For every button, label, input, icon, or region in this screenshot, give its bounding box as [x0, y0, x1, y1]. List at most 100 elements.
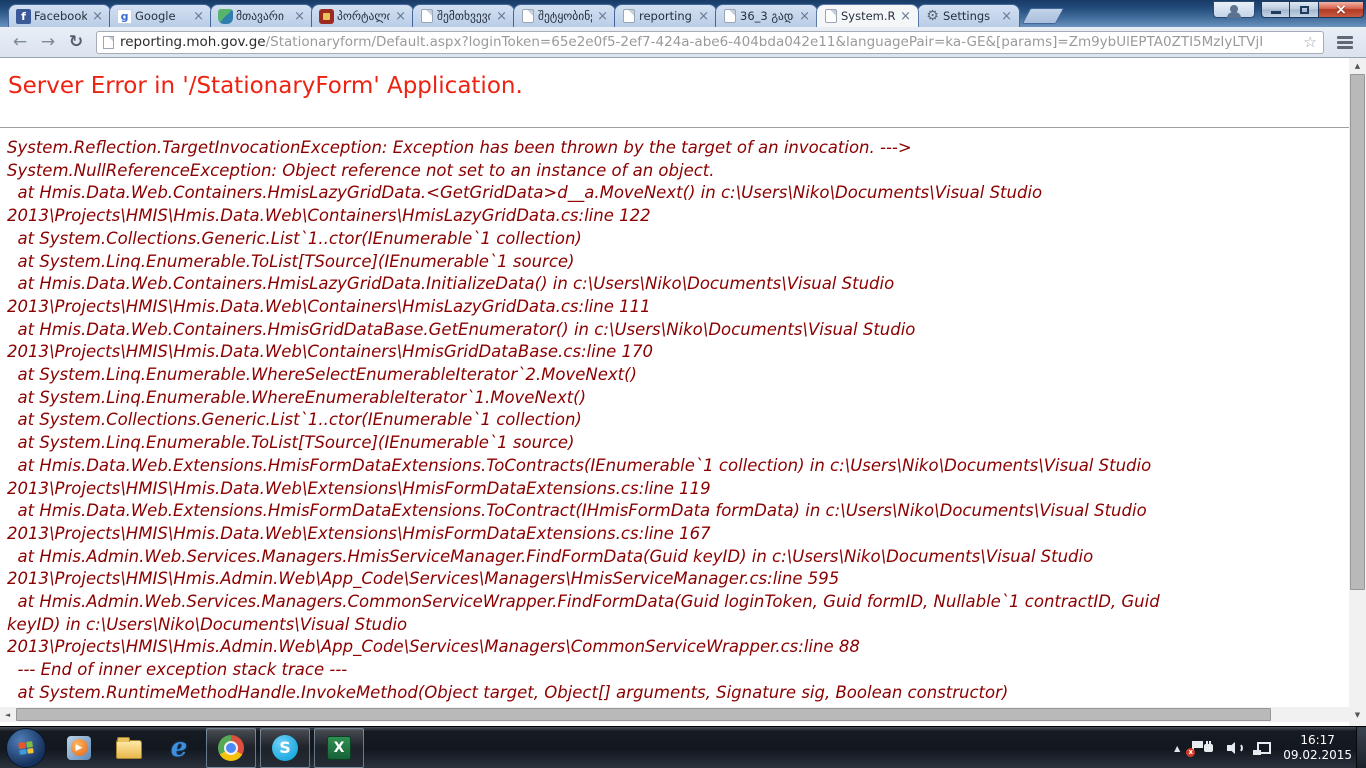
close-icon: ×	[1335, 3, 1347, 17]
skype-icon: S	[272, 735, 298, 761]
power-plug-icon[interactable]	[1201, 741, 1217, 755]
taskbar-chrome-open[interactable]	[206, 728, 256, 768]
tab-label: reporting.m	[639, 9, 693, 23]
stack-line: System.Reflection.TargetInvocationExcept…	[7, 137, 1366, 160]
system-tray: ▲ x 16:17 09.02.2015	[1174, 727, 1352, 768]
taskbar: ▶ e S X ▲ x 16:17 09.02.2015	[0, 726, 1366, 768]
stack-line: 2013\Projects\HMIS\Hmis.Data.Web\Contain…	[7, 296, 1366, 319]
excel-icon: X	[327, 736, 351, 760]
stack-trace: System.Reflection.TargetInvocationExcept…	[0, 137, 1366, 705]
scroll-left-icon[interactable]: ◄	[0, 707, 15, 722]
taskbar-media-player[interactable]: ▶	[54, 728, 104, 768]
clock-date: 09.02.2015	[1283, 748, 1352, 763]
minimize-button[interactable]	[1261, 1, 1290, 18]
tab-label: მთავარი	[236, 9, 289, 23]
action-center-flag-icon[interactable]: x	[1190, 741, 1191, 755]
chrome-menu-button[interactable]	[1330, 30, 1360, 54]
taskbar-explorer[interactable]	[104, 728, 154, 768]
shield-icon	[218, 9, 233, 24]
horizontal-scrollbar[interactable]: ◄	[0, 707, 1349, 722]
avatar-icon	[1230, 5, 1238, 13]
horizontal-scroll-thumb[interactable]	[16, 708, 1271, 721]
stack-line: --- End of inner exception stack trace -…	[7, 659, 1366, 682]
tab-36-3-gada[interactable]: 36_3 გადა ×	[715, 4, 818, 27]
play-icon: ▶	[71, 739, 88, 756]
stack-line: 2013\Projects\HMIS\Hmis.Data.Web\Contain…	[7, 205, 1366, 228]
clock-time: 16:17	[1283, 733, 1352, 748]
stack-line: at Hmis.Admin.Web.Services.Managers.Hmis…	[7, 546, 1366, 569]
maximize-icon	[1300, 6, 1309, 14]
start-button[interactable]	[6, 728, 46, 768]
tab-label: Google	[135, 9, 188, 23]
stack-line: at Hmis.Data.Web.Containers.HmisLazyGrid…	[7, 182, 1366, 205]
tab-system-reflection-active[interactable]: System.Refl ×	[816, 4, 919, 27]
tabs-row: f Facebook × g Google × მთავარი × პორტალ…	[8, 0, 1060, 27]
scroll-up-icon[interactable]: ▲	[1349, 58, 1366, 73]
tab-settings[interactable]: ⚙ Settings ×	[917, 4, 1020, 27]
tab-label: 36_3 გადა	[740, 9, 794, 23]
stack-line: at System.Linq.Enumerable.WhereEnumerabl…	[7, 387, 1366, 410]
tab-facebook[interactable]: f Facebook ×	[8, 4, 111, 27]
error-page-title: Server Error in '/StationaryForm' Applic…	[8, 72, 1366, 100]
address-bar[interactable]: reporting.moh.gov.ge/Stationaryform/Defa…	[96, 31, 1324, 54]
scroll-down-icon[interactable]: ▼	[1349, 707, 1366, 722]
show-desktop-button[interactable]	[1356, 727, 1366, 768]
tab-mtavari[interactable]: მთავარი ×	[210, 4, 313, 27]
stack-line: at System.Linq.Enumerable.WhereSelectEnu…	[7, 364, 1366, 387]
stack-line: at System.Collections.Generic.List`1..ct…	[7, 409, 1366, 432]
tab-google[interactable]: g Google ×	[109, 4, 212, 27]
tab-label: შემთხვევის	[437, 9, 491, 23]
tab-label: Facebook	[34, 9, 87, 23]
stack-line: keyID) in c:\Users\Niko\Documents\Visual…	[7, 614, 1366, 637]
divider	[0, 127, 1366, 128]
close-button[interactable]: ×	[1319, 1, 1364, 18]
tab-label: System.Refl	[841, 9, 895, 23]
url-domain: reporting.moh.gov.ge	[120, 34, 266, 50]
tray-expand-icon[interactable]: ▲	[1174, 744, 1180, 753]
tab-shemtkhvevis[interactable]: შემთხვევის ×	[412, 4, 515, 27]
stack-line: 2013\Projects\HMIS\Hmis.Data.Web\Extensi…	[7, 523, 1366, 546]
network-icon[interactable]	[1253, 741, 1269, 755]
maximize-button[interactable]	[1290, 1, 1319, 18]
back-button[interactable]: ←	[6, 30, 34, 54]
tab-portali[interactable]: პორტალი ×	[311, 4, 414, 27]
tab-close-icon[interactable]: ×	[494, 10, 509, 23]
bookmark-star-icon[interactable]: ☆	[1304, 33, 1317, 51]
forward-button[interactable]: →	[34, 30, 62, 54]
volume-wave	[1237, 743, 1243, 753]
stack-line: 2013\Projects\HMIS\Hmis.Data.Web\Contain…	[7, 341, 1366, 364]
tab-close-icon[interactable]: ×	[90, 10, 105, 23]
stack-line: System.NullReferenceException: Object re…	[7, 160, 1366, 183]
stack-line: at System.RuntimeMethodHandle.InvokeMeth…	[7, 682, 1366, 705]
browser-toolbar: ← → ↻ reporting.moh.gov.ge/Stationaryfor…	[0, 27, 1366, 58]
vertical-scrollbar[interactable]: ▲ ▼	[1349, 58, 1366, 726]
taskbar-skype-open[interactable]: S	[260, 728, 310, 768]
reload-button[interactable]: ↻	[62, 30, 90, 54]
tab-close-icon[interactable]: ×	[797, 10, 812, 23]
minimize-icon	[1271, 11, 1281, 14]
stack-line: at System.Linq.Enumerable.ToList[TSource…	[7, 432, 1366, 455]
tab-close-icon[interactable]: ×	[393, 10, 408, 23]
google-icon: g	[117, 9, 132, 24]
tab-close-icon[interactable]: ×	[292, 10, 307, 23]
tab-close-icon[interactable]: ×	[999, 10, 1014, 23]
internet-explorer-icon: e	[171, 735, 188, 761]
gear-icon: ⚙	[925, 9, 940, 24]
taskbar-internet-explorer[interactable]: e	[154, 728, 204, 768]
volume-icon[interactable]	[1227, 741, 1243, 755]
taskbar-excel-open[interactable]: X	[314, 728, 364, 768]
tab-shetqobine[interactable]: შეტყობინე ×	[513, 4, 616, 27]
folder-icon	[116, 740, 142, 759]
tab-close-icon[interactable]: ×	[696, 10, 711, 23]
vertical-scroll-thumb[interactable]	[1350, 74, 1365, 590]
taskbar-clock[interactable]: 16:17 09.02.2015	[1283, 733, 1352, 763]
tab-close-icon[interactable]: ×	[595, 10, 610, 23]
profile-avatar-button[interactable]	[1213, 1, 1255, 18]
page-icon	[103, 36, 114, 49]
page-icon	[623, 9, 635, 23]
media-player-icon: ▶	[67, 736, 91, 760]
tab-reporting[interactable]: reporting.m ×	[614, 4, 717, 27]
new-tab-button[interactable]	[1022, 8, 1065, 24]
tab-close-icon[interactable]: ×	[191, 10, 206, 23]
tab-close-icon[interactable]: ×	[898, 10, 913, 23]
